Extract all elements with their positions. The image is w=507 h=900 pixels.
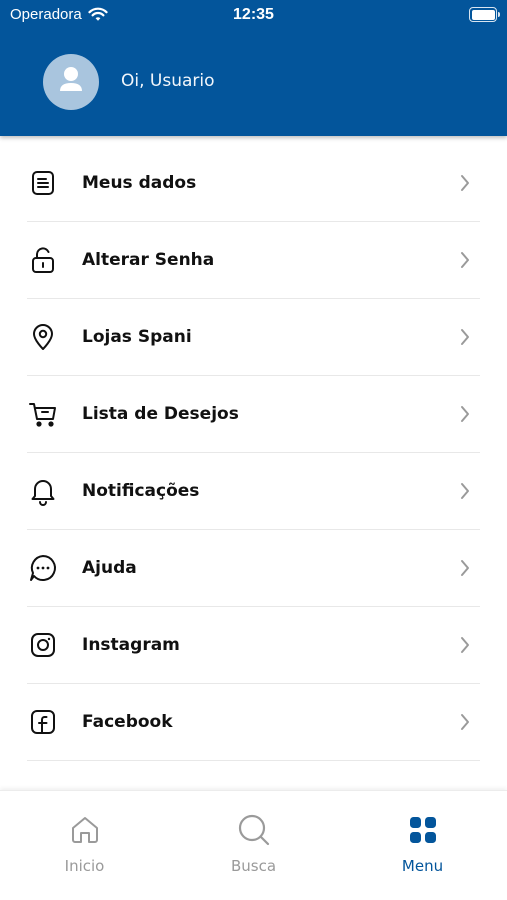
home-icon — [68, 813, 102, 847]
user-icon — [58, 66, 84, 98]
tab-busca[interactable]: Busca — [169, 791, 338, 900]
battery-icon — [469, 7, 500, 22]
facebook-icon — [27, 706, 59, 738]
instagram-icon — [27, 629, 59, 661]
chevron-right-icon — [458, 558, 472, 578]
chevron-right-icon — [458, 173, 472, 193]
bell-icon — [27, 475, 59, 507]
document-icon — [27, 167, 59, 199]
menu-item-notificacoes[interactable]: Notificações — [27, 453, 480, 530]
menu-item-label: Notificações — [82, 481, 200, 501]
menu-item-meus-dados[interactable]: Meus dados — [27, 145, 480, 222]
chevron-right-icon — [458, 250, 472, 270]
chevron-right-icon — [458, 404, 472, 424]
chevron-right-icon — [458, 635, 472, 655]
tab-label: Busca — [230, 857, 277, 875]
bottom-tab-bar: Inicio Busca Menu — [0, 790, 507, 900]
menu-item-lojas-spani[interactable]: Lojas Spani — [27, 299, 480, 376]
menu-item-label: Instagram — [82, 635, 180, 655]
status-bar: Operadora 12:35 — [0, 0, 507, 30]
search-icon — [237, 813, 271, 847]
menu-list: Meus dados Alterar Senha Lojas Spani Lis… — [0, 145, 507, 761]
avatar[interactable] — [43, 54, 99, 110]
chevron-right-icon — [458, 327, 472, 347]
menu-item-label: Meus dados — [82, 173, 197, 193]
location-pin-icon — [27, 321, 59, 353]
tab-menu[interactable]: Menu — [338, 791, 507, 900]
unlock-icon — [27, 244, 59, 276]
menu-item-ajuda[interactable]: Ajuda — [27, 530, 480, 607]
grid-icon — [406, 813, 440, 847]
tab-label: Inicio — [64, 857, 105, 875]
menu-item-label: Facebook — [82, 712, 173, 732]
tab-inicio[interactable]: Inicio — [0, 791, 169, 900]
user-greeting: Oi, Usuario — [121, 71, 215, 91]
menu-item-label: Ajuda — [82, 558, 137, 578]
cart-icon — [27, 398, 59, 430]
chevron-right-icon — [458, 481, 472, 501]
app-header: Operadora 12:35 Oi, Usuario — [0, 0, 507, 136]
chevron-right-icon — [458, 712, 472, 732]
chat-bubble-icon — [27, 552, 59, 584]
menu-item-label: Lojas Spani — [82, 327, 192, 347]
menu-item-instagram[interactable]: Instagram — [27, 607, 480, 684]
menu-item-facebook[interactable]: Facebook — [27, 684, 480, 761]
menu-item-label: Alterar Senha — [82, 250, 215, 270]
tab-label: Menu — [401, 857, 444, 875]
menu-item-lista-de-desejos[interactable]: Lista de Desejos — [27, 376, 480, 453]
menu-item-alterar-senha[interactable]: Alterar Senha — [27, 222, 480, 299]
menu-item-label: Lista de Desejos — [82, 404, 239, 424]
status-time: 12:35 — [233, 6, 274, 23]
